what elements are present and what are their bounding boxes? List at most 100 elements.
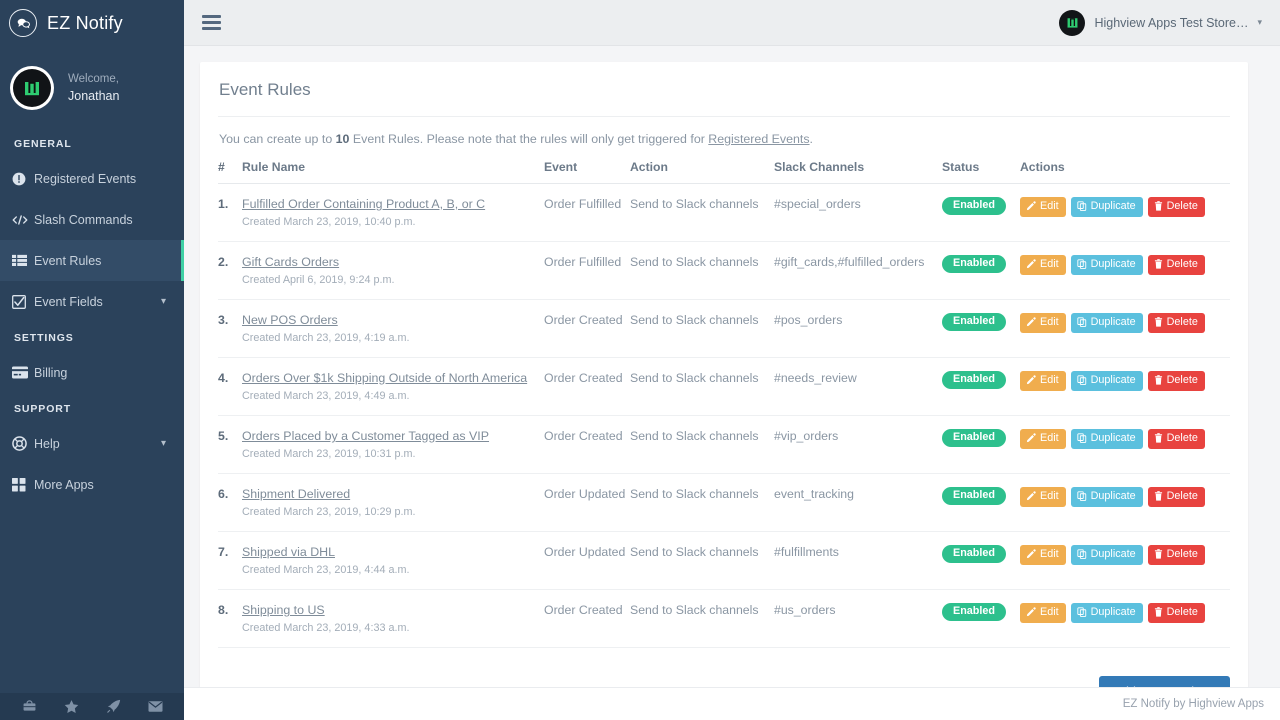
edit-button[interactable]: Edit <box>1020 487 1066 507</box>
delete-button[interactable]: Delete <box>1148 603 1205 623</box>
copy-icon <box>1077 549 1087 559</box>
trash-icon <box>1154 491 1163 501</box>
duplicate-button[interactable]: Duplicate <box>1071 255 1143 275</box>
hamburger-bar <box>202 15 221 18</box>
edit-button[interactable]: Edit <box>1020 197 1066 217</box>
row-event: Order Updated <box>544 474 630 532</box>
rule-created-date: Created March 23, 2019, 4:19 a.m. <box>242 332 544 344</box>
edit-button[interactable]: Edit <box>1020 429 1066 449</box>
row-actions-cell: EditDuplicateDelete <box>1020 358 1230 416</box>
rule-name-link[interactable]: Shipment Delivered <box>242 487 350 501</box>
row-status-cell: Enabled <box>942 474 1020 532</box>
row-channels: #needs_review <box>774 358 942 416</box>
copy-icon <box>1077 375 1087 385</box>
delete-label: Delete <box>1167 201 1198 212</box>
code-brackets-icon <box>12 213 34 227</box>
row-status-cell: Enabled <box>942 242 1020 300</box>
rule-name-link[interactable]: Fulfilled Order Containing Product A, B,… <box>242 197 485 211</box>
event-rules-card: Event Rules You can create up to 10 Even… <box>200 62 1248 720</box>
star-icon[interactable] <box>64 699 79 714</box>
rule-name-link[interactable]: Orders Placed by a Customer Tagged as VI… <box>242 429 489 443</box>
rule-name-link[interactable]: New POS Orders <box>242 313 338 327</box>
row-number: 1. <box>218 184 242 242</box>
delete-button[interactable]: Delete <box>1148 429 1205 449</box>
delete-button[interactable]: Delete <box>1148 313 1205 333</box>
sidebar-item-registered-events[interactable]: Registered Events <box>0 158 184 199</box>
edit-button[interactable]: Edit <box>1020 255 1066 275</box>
rocket-icon[interactable] <box>106 699 121 714</box>
sidebar-item-billing[interactable]: Billing <box>0 352 184 393</box>
header-actions: Actions <box>1020 160 1230 184</box>
row-name-cell: Shipped via DHLCreated March 23, 2019, 4… <box>242 532 544 590</box>
duplicate-button[interactable]: Duplicate <box>1071 197 1143 217</box>
duplicate-label: Duplicate <box>1091 549 1136 560</box>
edit-button[interactable]: Edit <box>1020 313 1066 333</box>
table-head: # Rule Name Event Action Slack Channels … <box>218 160 1230 184</box>
table-row: 6.Shipment DeliveredCreated March 23, 20… <box>218 474 1230 532</box>
rule-name-link[interactable]: Gift Cards Orders <box>242 255 339 269</box>
status-badge: Enabled <box>942 429 1006 447</box>
sidebar-item-event-fields[interactable]: Event Fields ▾ <box>0 281 184 322</box>
row-actions-cell: EditDuplicate Delete <box>1020 184 1230 242</box>
duplicate-button[interactable]: Duplicate <box>1071 487 1143 507</box>
table-row: 4.Orders Over $1k Shipping Outside of No… <box>218 358 1230 416</box>
row-number: 5. <box>218 416 242 474</box>
header-action: Action <box>630 160 774 184</box>
rule-name-link[interactable]: Shipping to US <box>242 603 325 617</box>
table-row: 8.Shipping to USCreated March 23, 2019, … <box>218 590 1230 648</box>
edit-button[interactable]: Edit <box>1020 545 1066 565</box>
duplicate-button[interactable]: Duplicate <box>1071 429 1143 449</box>
edit-label: Edit <box>1040 259 1059 270</box>
row-name-cell: Orders Over $1k Shipping Outside of Nort… <box>242 358 544 416</box>
page-footer: EZ Notify by Highview Apps <box>184 687 1280 720</box>
edit-label: Edit <box>1040 549 1059 560</box>
sidebar-item-event-rules[interactable]: Event Rules <box>0 240 184 281</box>
duplicate-button[interactable]: Duplicate <box>1071 603 1143 623</box>
delete-button[interactable]: Delete <box>1148 197 1205 217</box>
sidebar-item-help[interactable]: Help ▾ <box>0 423 184 464</box>
trash-icon <box>1154 259 1163 269</box>
delete-button[interactable]: Delete <box>1148 371 1205 391</box>
table-header-row: # Rule Name Event Action Slack Channels … <box>218 160 1230 184</box>
row-action-buttons: Edit DuplicateDelete <box>1020 255 1230 275</box>
trash-icon <box>1154 549 1163 559</box>
row-action: Send to Slack channels <box>630 474 774 532</box>
row-action: Send to Slack channels <box>630 242 774 300</box>
rule-created-date: Created March 23, 2019, 4:33 a.m. <box>242 622 544 634</box>
hamburger-bar <box>202 27 221 30</box>
delete-label: Delete <box>1167 317 1198 328</box>
delete-button[interactable]: Delete <box>1148 487 1205 507</box>
rule-name-link[interactable]: Shipped via DHL <box>242 545 335 559</box>
duplicate-button[interactable]: Duplicate <box>1071 313 1143 333</box>
sidebar-item-slash-commands[interactable]: Slash Commands <box>0 199 184 240</box>
envelope-icon[interactable] <box>148 699 163 714</box>
row-action-buttons: EditDuplicateDelete <box>1020 371 1230 391</box>
edit-button[interactable]: Edit <box>1020 603 1066 623</box>
row-event: Order Fulfilled <box>544 242 630 300</box>
store-menu[interactable]: Highview Apps Test Store… ▾ <box>1059 10 1266 36</box>
hamburger-icon[interactable] <box>200 11 223 34</box>
delete-button[interactable]: Delete <box>1148 545 1205 565</box>
registered-events-link[interactable]: Registered Events <box>708 132 809 146</box>
edit-button[interactable]: Edit <box>1020 371 1066 391</box>
page-title: Event Rules <box>218 62 1230 117</box>
brand[interactable]: EZ Notify <box>0 0 184 46</box>
copy-icon <box>1077 201 1087 211</box>
duplicate-button[interactable]: Duplicate <box>1071 545 1143 565</box>
delete-label: Delete <box>1167 433 1198 444</box>
sidebar-item-more-apps[interactable]: More Apps <box>0 464 184 505</box>
status-badge: Enabled <box>942 603 1006 621</box>
delete-button[interactable]: Delete <box>1148 255 1205 275</box>
header-channels: Slack Channels <box>774 160 942 184</box>
duplicate-label: Duplicate <box>1091 607 1136 618</box>
helper-text: You can create up to 10 Event Rules. Ple… <box>218 117 1230 160</box>
shopping-bag-icon[interactable] <box>22 699 37 714</box>
duplicate-button[interactable]: Duplicate <box>1071 371 1143 391</box>
app-root: EZ Notify Welcome, Jonathan GENERAL <box>0 0 1280 720</box>
main-area: Highview Apps Test Store… ▾ Event Rules … <box>184 0 1280 720</box>
duplicate-label: Duplicate <box>1091 317 1136 328</box>
copy-icon <box>1077 259 1087 269</box>
status-badge: Enabled <box>942 313 1006 331</box>
row-status-cell: Enabled <box>942 532 1020 590</box>
rule-name-link[interactable]: Orders Over $1k Shipping Outside of Nort… <box>242 371 527 385</box>
